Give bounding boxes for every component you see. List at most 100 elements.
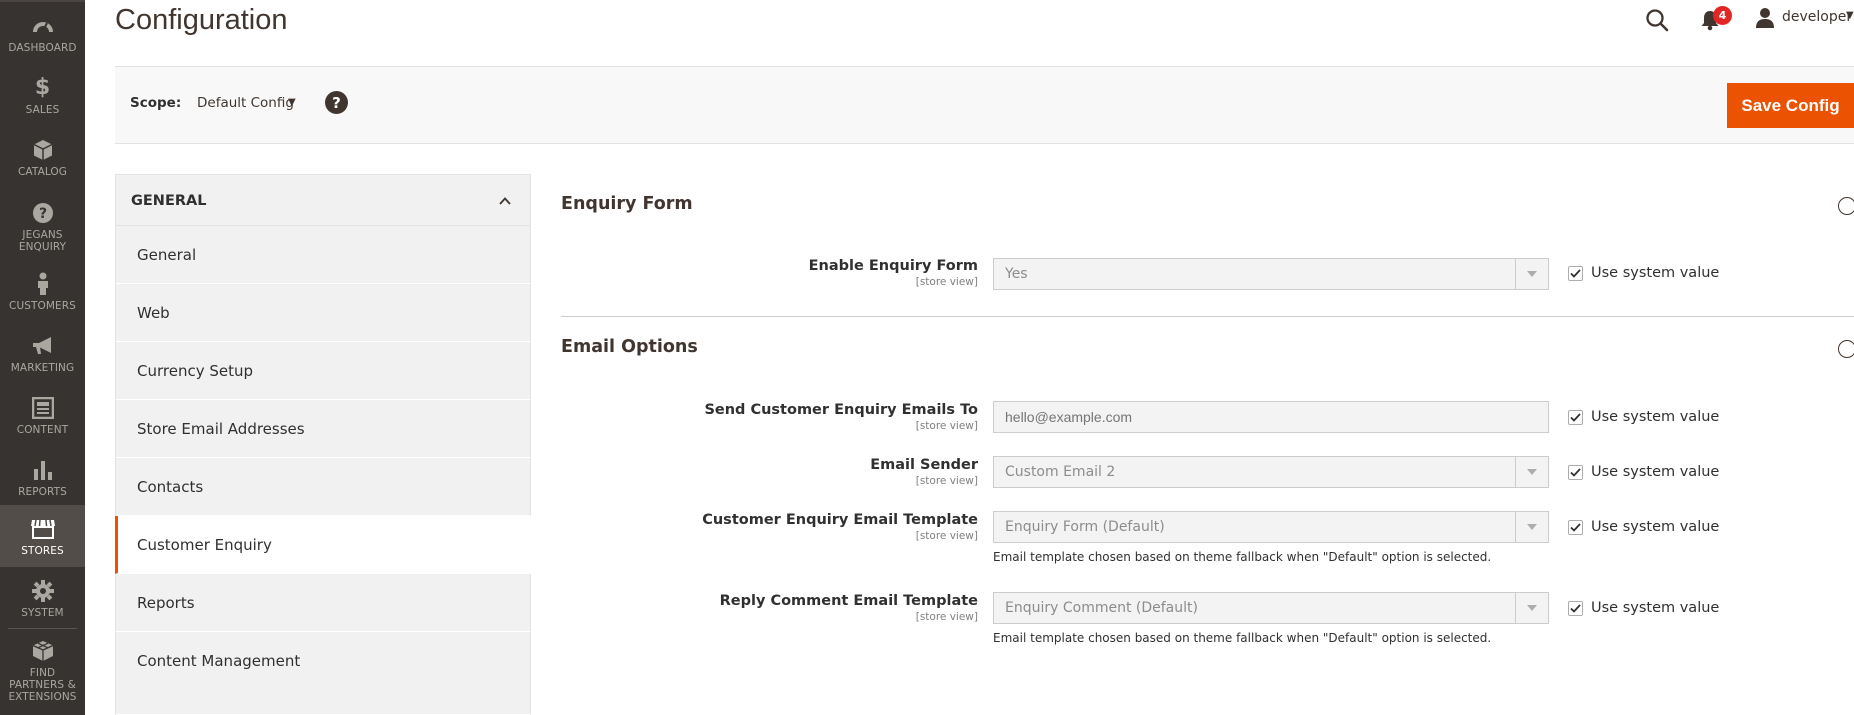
use-system-value-label: Use system value — [1591, 519, 1720, 535]
nav-label: FIND PARTNERS & EXTENSIONS — [8, 666, 77, 703]
dollar-icon: $ — [34, 74, 51, 100]
box-icon — [30, 137, 56, 163]
svg-text:?: ? — [38, 206, 46, 222]
field-label-customer-template: Customer Enquiry Email Template — [702, 512, 978, 528]
nav-label: STORES — [21, 544, 64, 557]
checkbox-checked-icon[interactable] — [1568, 265, 1583, 281]
nav-label: CONTENT — [16, 423, 69, 436]
nav-label: REPORTS — [18, 485, 67, 498]
send-emails-to-input[interactable] — [993, 401, 1549, 433]
use-system-value-send-to[interactable]: Use system value — [1568, 409, 1719, 425]
customer-enquiry-template-select[interactable]: Enquiry Form (Default) — [993, 511, 1549, 543]
field-note: Email template chosen based on theme fal… — [993, 550, 1492, 564]
select-value: Yes — [1005, 266, 1028, 282]
collapse-section-icon[interactable] — [1838, 197, 1854, 215]
use-system-value-label: Use system value — [1591, 464, 1720, 480]
question-icon: ? — [30, 200, 56, 226]
use-system-value-label: Use system value — [1591, 409, 1720, 425]
reply-comment-template-select[interactable]: Enquiry Comment (Default) — [993, 592, 1549, 624]
person-icon — [30, 271, 56, 297]
config-tab-reports[interactable]: Reports — [115, 574, 531, 632]
use-system-value-enable[interactable]: Use system value — [1568, 265, 1719, 281]
select-value: Custom Email 2 — [1005, 464, 1116, 480]
enable-enquiry-form-select[interactable]: Yes — [993, 258, 1549, 290]
config-tab-web[interactable]: Web — [115, 284, 531, 342]
nav-label: CUSTOMERS — [9, 299, 76, 312]
bar-chart-icon — [30, 457, 56, 483]
megaphone-icon — [30, 333, 56, 359]
nav-label: MARKETING — [10, 361, 75, 374]
config-tab-currency-setup[interactable]: Currency Setup — [115, 342, 531, 400]
checkbox-checked-icon[interactable] — [1568, 519, 1583, 535]
checkbox-checked-icon[interactable] — [1568, 409, 1583, 425]
scope-switcher[interactable]: Default Config — [197, 95, 294, 111]
nav-label: JEGANS ENQUIRY — [18, 228, 67, 253]
nav-item-system[interactable]: SYSTEM — [0, 567, 85, 629]
nav-label: SALES — [25, 103, 60, 116]
config-tab-store-email-addresses[interactable]: Store Email Addresses — [115, 400, 531, 458]
config-tab-content-management[interactable]: Content Management — [115, 632, 531, 715]
checkbox-checked-icon[interactable] — [1568, 600, 1583, 616]
select-value: Enquiry Comment (Default) — [1005, 600, 1198, 616]
email-sender-select[interactable]: Custom Email 2 — [993, 456, 1549, 488]
dropdown-arrow-icon[interactable] — [1515, 512, 1548, 542]
collapse-section-icon[interactable] — [1838, 340, 1854, 358]
chevron-down-icon[interactable]: ▼ — [1846, 10, 1854, 21]
chevron-up-icon[interactable] — [498, 193, 512, 207]
store-icon — [30, 516, 56, 542]
field-scope: [store view] — [915, 276, 978, 288]
field-scope: [store view] — [915, 530, 978, 542]
config-sidebar: GENERAL General Web Currency Setup Store… — [115, 174, 531, 715]
caret-down-icon[interactable]: ▼ — [288, 97, 296, 108]
nav-item-customers[interactable]: CUSTOMERS — [0, 260, 85, 322]
field-scope: [store view] — [915, 420, 978, 432]
user-icon[interactable] — [1755, 7, 1775, 29]
user-account-name[interactable]: developer — [1782, 9, 1852, 25]
nav-label: SYSTEM — [21, 606, 64, 619]
layout-icon — [30, 395, 56, 421]
notification-count-badge[interactable]: 4 — [1713, 6, 1732, 25]
save-config-button[interactable]: Save Config — [1727, 83, 1854, 128]
field-label-reply-template: Reply Comment Email Template — [719, 593, 978, 609]
scope-toolbar: Scope: Default Config ▼ ? Save Config — [115, 67, 1854, 144]
scope-label: Scope: — [130, 95, 182, 111]
checkbox-checked-icon[interactable] — [1568, 464, 1583, 480]
dropdown-arrow-icon[interactable] — [1515, 457, 1548, 487]
cubes-icon — [30, 638, 56, 664]
field-label-send-to: Send Customer Enquiry Emails To — [704, 402, 978, 418]
field-label-enable-enquiry-form: Enable Enquiry Form — [808, 258, 978, 274]
config-tab-customer-enquiry[interactable]: Customer Enquiry — [115, 516, 531, 574]
section-title-email-options[interactable]: Email Options — [561, 337, 698, 357]
gear-icon — [30, 578, 56, 604]
use-system-value-reply-template[interactable]: Use system value — [1568, 600, 1719, 616]
config-group-general[interactable]: GENERAL — [115, 174, 531, 226]
nav-item-find-partners[interactable]: FIND PARTNERS & EXTENSIONS — [0, 634, 85, 706]
config-tab-general[interactable]: General — [115, 226, 531, 284]
nav-item-catalog[interactable]: CATALOG — [0, 126, 85, 188]
nav-item-jegans-enquiry[interactable]: ? JEGANS ENQUIRY — [0, 194, 85, 258]
use-system-value-label: Use system value — [1591, 600, 1720, 616]
section-divider — [561, 316, 1854, 317]
help-icon[interactable]: ? — [325, 91, 348, 114]
nav-item-dashboard[interactable]: DASHBOARD — [0, 2, 85, 64]
nav-item-content[interactable]: CONTENT — [0, 384, 85, 446]
nav-item-reports[interactable]: REPORTS — [0, 446, 85, 508]
select-value: Enquiry Form (Default) — [1005, 519, 1165, 535]
search-icon[interactable] — [1645, 8, 1669, 32]
nav-item-stores[interactable]: STORES — [0, 505, 85, 567]
nav-item-sales[interactable]: $ SALES — [0, 64, 85, 126]
use-system-value-sender[interactable]: Use system value — [1568, 464, 1719, 480]
field-scope: [store view] — [915, 611, 978, 623]
config-group-title: GENERAL — [131, 193, 207, 209]
use-system-value-label: Use system value — [1591, 265, 1720, 281]
page-title: Configuration — [115, 4, 288, 36]
dropdown-arrow-icon[interactable] — [1515, 593, 1548, 623]
admin-sidebar: DASHBOARD $ SALES CATALOG ? JEGANS ENQUI… — [0, 0, 85, 715]
config-tab-contacts[interactable]: Contacts — [115, 458, 531, 516]
speedometer-icon — [30, 13, 56, 39]
field-scope: [store view] — [915, 475, 978, 487]
use-system-value-customer-template[interactable]: Use system value — [1568, 519, 1719, 535]
section-title-enquiry-form[interactable]: Enquiry Form — [561, 194, 693, 214]
dropdown-arrow-icon[interactable] — [1515, 259, 1548, 289]
nav-item-marketing[interactable]: MARKETING — [0, 322, 85, 384]
